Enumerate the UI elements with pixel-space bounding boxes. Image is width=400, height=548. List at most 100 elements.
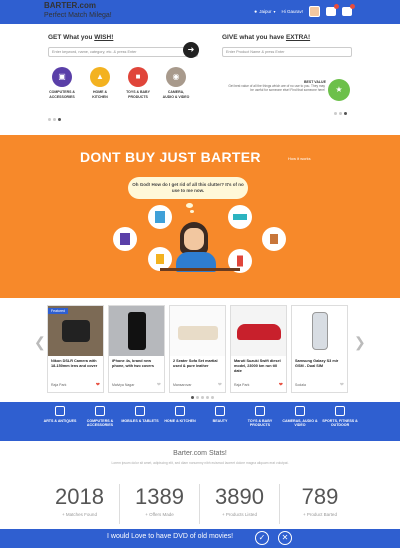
cabinet-icon [120, 233, 130, 245]
product-name: Nikon DSLR Camera with 18-150mm lens and… [51, 359, 98, 368]
lipstick-icon [215, 406, 225, 416]
product-location: Malviya Nagar [112, 383, 135, 387]
wish-search-input[interactable]: Enter keyword, name, category, etc. & pr… [48, 47, 198, 57]
check-icon[interactable]: ✓ [255, 531, 269, 545]
mobile-icon [237, 255, 243, 267]
category-bar-item[interactable]: HOME & KITCHEN [160, 406, 200, 428]
category-bar-item[interactable]: CAMERAS, AUDIO & VIDEO [280, 406, 320, 428]
extra-title-prefix: GIVE what you have [222, 34, 286, 41]
car-icon: ■ [128, 67, 148, 87]
category-bar-item[interactable]: ARTS & ANTIQUES [40, 406, 80, 428]
sofa-icon [178, 326, 218, 340]
category-item[interactable]: ▲ HOME & KITCHEN [86, 67, 114, 99]
product-carousel: Featured Nikon DSLR Camera with 18-150mm… [47, 305, 348, 393]
category-bar-label: SPORTS, FITNESS & OUTDOOR [322, 419, 358, 428]
location-selector[interactable]: ● Jaipur ▾ [254, 9, 275, 15]
product-name: iPhone 4s, brand new phone, with two cov… [112, 359, 154, 368]
category-bar-item[interactable]: MOBILES & TABLETS [120, 406, 160, 428]
heart-icon[interactable]: ❤ [96, 382, 100, 388]
product-image [231, 306, 286, 356]
close-icon[interactable]: ✕ [278, 531, 292, 545]
category-item[interactable]: ◉ CAMERA, AUDIO & VIDEO [162, 67, 190, 99]
wish-title-highlight: WISH! [94, 34, 114, 41]
stat-value: 2018 [55, 484, 104, 509]
product-card[interactable]: Featured Nikon DSLR Camera with 18-150mm… [47, 305, 104, 393]
stat-value: 1389 [135, 484, 184, 509]
header-actions: ● Jaipur ▾ Hi Gaurav! [254, 4, 355, 17]
swap-button[interactable]: ➜ [183, 42, 199, 58]
how-it-works-link[interactable]: How it works [288, 156, 311, 161]
extra-title-highlight: EXTRA! [285, 34, 311, 41]
extra-section: GIVE what you have EXTRA! Enter Product … [222, 34, 352, 57]
category-item[interactable]: ▣ COMPUTERS & ACCESSORIES [48, 67, 76, 99]
extra-description: Get best value of all the things which a… [228, 84, 325, 93]
mobile-icon [135, 406, 145, 416]
monitor-icon: ▣ [52, 67, 72, 87]
featured-badge: Featured [48, 308, 69, 314]
lamp-icon: ▲ [90, 67, 110, 87]
heart-icon[interactable]: ❤ [157, 382, 161, 388]
product-card[interactable]: 2 Seater Sofa Set martial used & pure le… [169, 305, 226, 393]
category-bar-item[interactable]: SPORTS, FITNESS & OUTDOOR [320, 406, 360, 428]
camera-icon: ◉ [166, 67, 186, 87]
product-location: Mansarovar [173, 383, 192, 387]
car-icon [255, 406, 265, 416]
stats-row: 2018 + Matches Found 1389 + Offers Made 38… [40, 484, 360, 524]
category-item[interactable]: ■ TOYS & BABY PRODUCTS [124, 67, 152, 99]
category-bar-item[interactable]: BEAUTY [200, 406, 240, 428]
category-label: CAMERA, AUDIO & VIDEO [162, 90, 190, 99]
wish-pager[interactable] [48, 118, 61, 121]
users-icon[interactable] [342, 4, 355, 16]
notification-badge [350, 4, 355, 9]
stat-value: 3890 [215, 484, 264, 509]
wish-placeholder: Enter keyword, name, category, etc. & pr… [52, 50, 137, 54]
sofa-icon [233, 214, 247, 220]
thought-dot [190, 210, 194, 213]
lamp-icon [156, 254, 164, 264]
monitor-icon [95, 406, 105, 416]
wish-categories: ▣ COMPUTERS & ACCESSORIES ▲ HOME & KITCH… [48, 67, 198, 99]
product-image [109, 306, 164, 356]
avatar[interactable] [309, 6, 320, 17]
page: BARTER.com Perfect Match Milega! ● Jaipu… [0, 0, 400, 548]
extra-title: GIVE what you have EXTRA! [222, 34, 352, 41]
category-bar-label: TOYS & BABY PRODUCTS [247, 419, 273, 428]
mail-icon[interactable] [326, 4, 339, 16]
category-label: HOME & KITCHEN [92, 90, 108, 99]
category-label: COMPUTERS & ACCESSORIES [49, 90, 75, 99]
heart-icon[interactable]: ❤ [340, 382, 344, 388]
product-card[interactable]: Maruti Suzuki Swift diesel model, 23000 … [230, 305, 287, 393]
thought-dot [186, 203, 193, 208]
lamp-icon [175, 406, 185, 416]
stat-value: 789 [301, 484, 339, 509]
category-bar-label: HOME & KITCHEN [164, 419, 196, 423]
category-bar-label: ARTS & ANTIQUES [43, 419, 77, 423]
product-card[interactable]: Samsung Galaxy S3 mir GSM - Dual SIM Sod… [291, 305, 348, 393]
carousel-pager[interactable] [191, 396, 214, 399]
category-bar-item[interactable]: COMPUTERS & ACCESSORIES [80, 406, 120, 428]
product-location: Raja Park [51, 383, 67, 387]
extra-pager[interactable] [334, 112, 347, 115]
easel-icon [55, 406, 65, 416]
product-card[interactable]: iPhone 4s, brand new phone, with two cov… [108, 305, 165, 393]
category-bar-label: BEAUTY [212, 419, 228, 423]
product-name: Samsung Galaxy S3 mir GSM - Dual SIM [295, 359, 339, 368]
carousel-next-button[interactable]: ❯ [354, 334, 366, 351]
wish-section: GET What you WISH! Enter keyword, name, … [48, 34, 198, 99]
item-bubble [228, 205, 252, 229]
wardrobe-icon [155, 211, 165, 223]
product-name: 2 Seater Sofa Set martial used & pure le… [173, 359, 218, 368]
carousel-prev-button[interactable]: ❮ [34, 334, 46, 351]
product-image [292, 306, 347, 356]
category-label: TOYS & BABY PRODUCTS [126, 90, 150, 99]
category-bar-item[interactable]: TOYS & BABY PRODUCTS [240, 406, 280, 428]
product-location: Raja Park [234, 383, 250, 387]
heart-icon[interactable]: ❤ [218, 382, 222, 388]
logo[interactable]: BARTER.com [44, 2, 96, 10]
item-bubble [148, 205, 172, 229]
heart-icon[interactable]: ❤ [279, 382, 283, 388]
extra-product-input[interactable]: Enter Product Name & press Enter [222, 47, 352, 57]
stats-title: Barter.com Stats! [173, 450, 227, 457]
tagline: Perfect Match Milega! [44, 12, 112, 19]
stats-description: Lorem ipsum dolor sit amet, adipiscing e… [111, 461, 289, 465]
